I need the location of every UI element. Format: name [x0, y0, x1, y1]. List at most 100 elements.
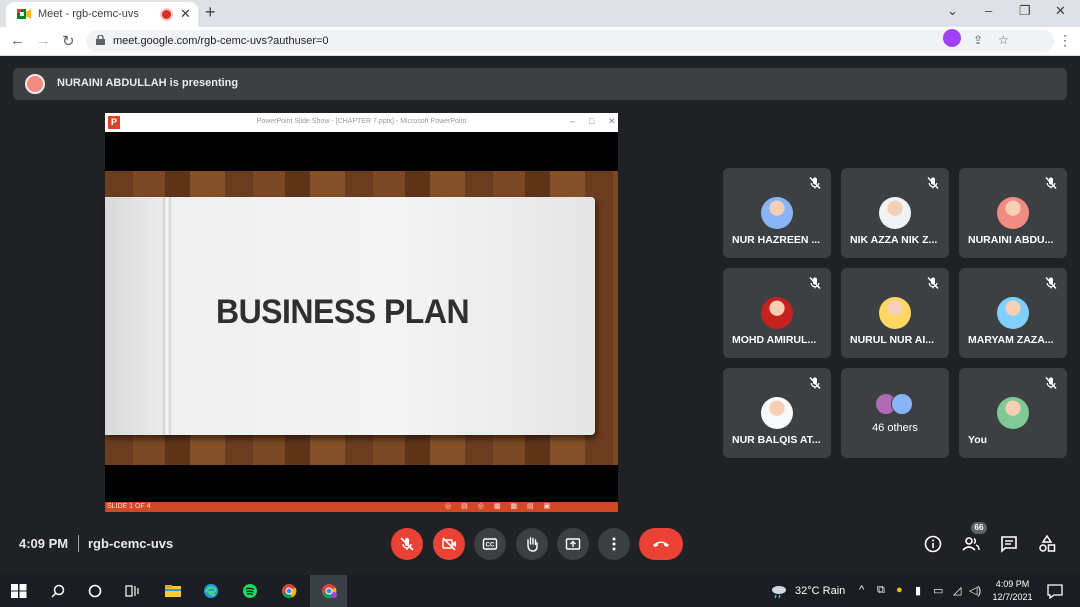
ppt-restore-icon: □ — [589, 116, 595, 126]
people-icon[interactable] — [961, 534, 981, 554]
mic-off-icon — [926, 276, 940, 290]
bookmark-star-icon[interactable]: ☆ — [998, 33, 1009, 47]
more-vert-icon — [612, 537, 616, 551]
participant-name: NURAINI ABDU... — [968, 234, 1054, 246]
tray-security-icon[interactable]: ● — [896, 584, 903, 596]
chrome-profile-icon — [322, 584, 337, 599]
tab-search-icon[interactable]: ⌄ — [947, 3, 958, 19]
back-icon[interactable]: ← — [10, 32, 25, 49]
participant-tile[interactable]: NURAINI ABDU... — [959, 168, 1067, 258]
new-tab-icon[interactable]: + — [205, 2, 216, 23]
forward-icon[interactable]: → — [36, 32, 51, 49]
chat-icon[interactable] — [999, 534, 1019, 554]
participant-tile[interactable]: MOHD AMIRUL... — [723, 268, 831, 358]
book-graphic: BUSINESS PLAN — [105, 197, 595, 435]
windows-taskbar: 32°C Rain ^ ⧉ ● ▮ ▭ ◿ ◁) 4:09 PM 12/7/20… — [0, 575, 1080, 607]
participant-name: NIK AZZA NIK Z... — [850, 234, 938, 246]
activities-icon[interactable] — [1037, 534, 1057, 554]
mic-off-icon — [808, 276, 822, 290]
participant-count-badge: 66 — [971, 522, 987, 534]
browser-menu-icon[interactable]: ⋮ — [1058, 32, 1072, 49]
reload-icon[interactable]: ↻ — [62, 32, 75, 50]
restore-icon[interactable]: ❐ — [1019, 3, 1031, 19]
info-icon[interactable] — [923, 534, 943, 554]
wifi-icon[interactable]: ◿ — [953, 584, 961, 597]
slide-title: BUSINESS PLAN — [215, 291, 470, 331]
mic-off-icon — [808, 176, 822, 190]
raise-hand-button[interactable] — [516, 528, 548, 560]
participant-tile[interactable]: MARYAM ZAZA... — [959, 268, 1067, 358]
file-explorer-icon[interactable] — [164, 583, 182, 599]
camera-button[interactable] — [433, 528, 465, 560]
participant-name: MOHD AMIRUL... — [732, 334, 817, 346]
participant-name: NUR HAZREEN ... — [732, 234, 821, 246]
others-tile[interactable]: 46 others — [841, 368, 949, 458]
recording-indicator-icon — [162, 10, 171, 19]
task-view-icon[interactable] — [123, 583, 141, 599]
window-close-icon[interactable]: ✕ — [1055, 3, 1066, 19]
avatar — [891, 393, 913, 415]
profile-avatar[interactable] — [943, 29, 961, 47]
svg-text:CC: CC — [486, 543, 495, 549]
participant-tile[interactable]: You — [959, 368, 1067, 458]
tray-app-icon[interactable]: ⧉ — [877, 584, 885, 597]
tab-title: Meet - rgb-cemc-uvs — [38, 8, 139, 20]
participant-tile[interactable]: NUR HAZREEN ... — [723, 168, 831, 258]
captions-icon: CC — [482, 538, 498, 550]
battery-icon[interactable]: ▭ — [933, 584, 943, 597]
participant-tile[interactable]: NUR BALQIS AT... — [723, 368, 831, 458]
edge-icon[interactable] — [202, 583, 220, 599]
address-bar[interactable]: meet.google.com/rgb-cemc-uvs?authuser=0 … — [86, 30, 1054, 52]
notifications-icon[interactable] — [1046, 583, 1064, 599]
present-screen-icon — [565, 538, 581, 550]
tray-mic-icon[interactable]: ▮ — [915, 584, 921, 597]
mic-off-icon — [400, 537, 414, 551]
presenter-avatar — [25, 74, 45, 94]
present-button[interactable] — [557, 528, 589, 560]
tray-overflow-icon[interactable]: ^ — [859, 584, 864, 596]
participant-tile[interactable]: NURUL NUR AI... — [841, 268, 949, 358]
chrome-icon[interactable] — [280, 583, 298, 599]
browser-tab[interactable]: Meet - rgb-cemc-uvs ✕ — [6, 2, 198, 27]
search-icon[interactable] — [49, 583, 67, 599]
powerpoint-titlebar: P PowerPoint Slide Show - [CHAPTER 7.ppt… — [105, 113, 618, 132]
meeting-code: rgb-cemc-uvs — [88, 536, 174, 551]
taskbar-clock[interactable]: 4:09 PM 12/7/2021 — [985, 578, 1040, 604]
participant-tile[interactable]: NIK AZZA NIK Z... — [841, 168, 949, 258]
hand-icon — [527, 537, 538, 552]
browser-toolbar: ← → ↻ meet.google.com/rgb-cemc-uvs?authu… — [0, 27, 1080, 56]
captions-button[interactable]: CC — [474, 528, 506, 560]
avatar — [761, 197, 793, 229]
presenting-text: NURAINI ABDULLAH is presenting — [57, 77, 239, 89]
taskbar-time: 4:09 PM — [995, 579, 1030, 589]
cortana-icon[interactable] — [86, 583, 104, 599]
weather-text[interactable]: 32°C Rain — [795, 585, 845, 597]
presenting-banner: NURAINI ABDULLAH is presenting — [13, 68, 1067, 100]
avatar — [997, 297, 1029, 329]
taskbar-active-app[interactable] — [310, 575, 347, 607]
leave-call-button[interactable] — [639, 528, 683, 560]
weather-rain-icon[interactable] — [770, 583, 788, 599]
slideshow-controls-icon: ◎▤◎▦▦▤▣ — [445, 503, 561, 510]
avatar — [879, 197, 911, 229]
others-avatars — [875, 393, 919, 415]
tab-close-icon[interactable]: ✕ — [180, 6, 191, 22]
participant-name: NURUL NUR AI... — [850, 334, 934, 346]
participant-name: MARYAM ZAZA... — [968, 334, 1054, 346]
volume-icon[interactable]: ◁) — [969, 584, 981, 597]
spotify-icon[interactable] — [241, 583, 259, 599]
minimize-icon[interactable]: – — [985, 3, 992, 18]
mic-off-icon — [1044, 176, 1058, 190]
slide-content: BUSINESS PLAN — [105, 171, 618, 465]
windows-start-icon[interactable] — [10, 583, 28, 599]
presentation-window: P PowerPoint Slide Show - [CHAPTER 7.ppt… — [105, 113, 618, 512]
microphone-button[interactable] — [391, 528, 423, 560]
avatar — [997, 197, 1029, 229]
more-options-button[interactable] — [598, 528, 630, 560]
participant-name: You — [968, 434, 988, 446]
powerpoint-statusbar: SLIDE 1 OF 4 ◎▤◎▦▦▤▣ — [105, 502, 618, 512]
hangup-icon — [653, 541, 669, 547]
share-icon[interactable]: ⇪ — [973, 33, 983, 47]
camera-off-icon — [442, 537, 456, 551]
others-label: 46 others — [872, 422, 918, 434]
